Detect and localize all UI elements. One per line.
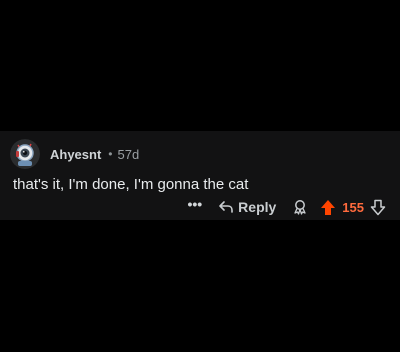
reply-label: Reply xyxy=(238,199,277,215)
reply-arrow-icon xyxy=(219,201,233,213)
comment-author[interactable]: Ahyesnt xyxy=(50,147,101,162)
page: Ahyesnt • 57d that's it, I'm done, I'm g… xyxy=(0,0,400,352)
more-options-button[interactable]: ••• xyxy=(187,197,202,211)
comment-timestamp: 57d xyxy=(117,146,140,162)
upvote-button[interactable] xyxy=(320,199,336,216)
comment-header: Ahyesnt • 57d xyxy=(10,139,139,169)
avatar-robot-icon xyxy=(10,139,40,169)
reply-button[interactable]: Reply xyxy=(218,199,276,215)
vote-group: 155 xyxy=(320,199,386,216)
comment-actions: ••• Reply 155 xyxy=(187,197,386,217)
award-icon xyxy=(294,200,306,215)
comment-text: that's it, I'm done, I'm gonna the cat xyxy=(13,176,249,193)
award-button[interactable] xyxy=(292,199,308,215)
downvote-arrow-icon xyxy=(370,199,386,215)
meta-separator: • xyxy=(108,147,113,161)
downvote-button[interactable] xyxy=(370,199,386,216)
comment-card: Ahyesnt • 57d that's it, I'm done, I'm g… xyxy=(0,131,400,220)
avatar[interactable] xyxy=(10,139,40,169)
upvote-arrow-icon xyxy=(321,199,336,215)
vote-score: 155 xyxy=(342,199,364,215)
